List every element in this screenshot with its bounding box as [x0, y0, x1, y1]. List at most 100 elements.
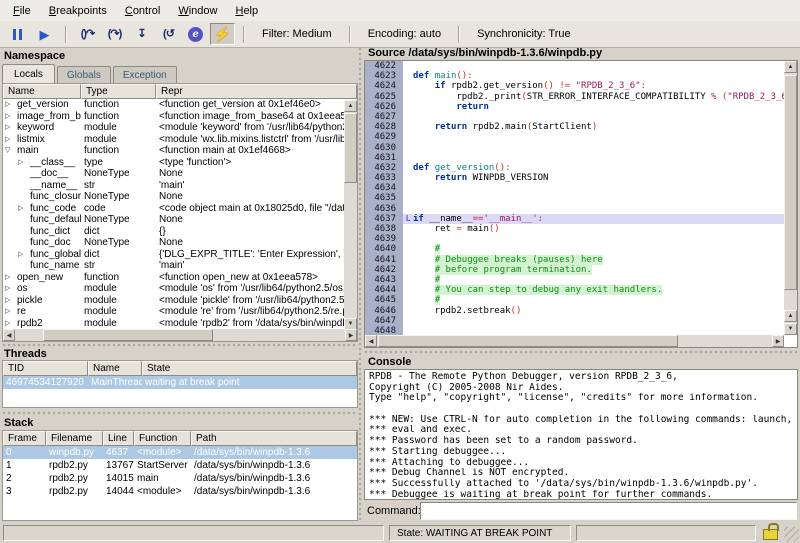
namespace-row[interactable]: func_name str 'main': [3, 260, 344, 272]
namespace-row[interactable]: func_dict dict {}: [3, 226, 344, 238]
column-header-line[interactable]: Line: [103, 431, 134, 446]
namespace-row[interactable]: ▷ pickle module <module 'pickle' from '/usr…: [3, 295, 344, 307]
scroll-thumb[interactable]: [784, 75, 797, 290]
collapse-arrow-icon[interactable]: ▽: [5, 145, 17, 157]
stack-row[interactable]: 0 winpdb.py 4637 <module> /data/sys/bin/winp…: [3, 446, 357, 459]
code-line[interactable]: 4629: [365, 132, 784, 143]
scroll-up-icon[interactable]: ▲: [344, 100, 357, 112]
column-header-state[interactable]: State: [142, 361, 357, 376]
namespace-row[interactable]: ▷ func_global dict {'DLG_EXPR_TITLE': 'Ente…: [3, 249, 344, 261]
code-line[interactable]: 4647: [365, 315, 784, 326]
scroll-thumb[interactable]: [344, 113, 357, 183]
code-line[interactable]: 4635: [365, 193, 784, 204]
menu-item-help[interactable]: Help: [226, 2, 267, 20]
step-out-button[interactable]: ()↷: [75, 23, 100, 45]
code-line[interactable]: 4627: [365, 111, 784, 123]
scroll-left-icon[interactable]: ◀: [365, 335, 377, 347]
step-over-button[interactable]: (↷): [102, 23, 127, 45]
scroll-up-icon[interactable]: ▲: [784, 310, 797, 322]
thread-row[interactable]: 46974534127920 MainThread waiting at break…: [3, 376, 357, 389]
stack-row[interactable]: 1 rpdb2.py 13767 StartServer/data/sys/bin/w…: [3, 459, 357, 472]
code-line[interactable]: 4648: [365, 325, 784, 335]
namespace-row[interactable]: ▷ __class__ type <type 'function'>: [3, 157, 344, 169]
code-line[interactable]: 4644 # You can step to debug any exit ha…: [365, 285, 784, 296]
tab-locals[interactable]: Locals: [2, 64, 55, 83]
namespace-row[interactable]: ▷ os module <module 'os' from '/usr/lib64/p…: [3, 283, 344, 295]
namespace-row[interactable]: ▷ get_version function <function get_versio…: [3, 99, 344, 111]
menu-item-file[interactable]: File: [4, 2, 40, 20]
namespace-row[interactable]: func_defaul NoneType None: [3, 214, 344, 226]
stack-row[interactable]: 3 rpdb2.py 14044 <module> /data/sys/bin/winp…: [3, 485, 357, 498]
code-line[interactable]: 4623 def main():: [365, 71, 784, 82]
code-line[interactable]: 4646 rpdb2.setbreak(): [365, 305, 784, 316]
code-line[interactable]: 4642 # before program termination.: [365, 264, 784, 275]
namespace-row[interactable]: ▷ func_code code <code object main at 0x180…: [3, 203, 344, 215]
expand-arrow-icon[interactable]: ▷: [18, 249, 30, 261]
expand-arrow-icon[interactable]: ▷: [5, 134, 17, 146]
namespace-row[interactable]: ▷ open_new function <function open_new at 0…: [3, 272, 344, 284]
code-line[interactable]: 4641 # Debuggee breaks (pauses) here: [365, 254, 784, 265]
goto-button[interactable]: (↺: [156, 23, 181, 45]
code-line[interactable]: 4630: [365, 142, 784, 153]
column-header-path[interactable]: Path: [191, 431, 357, 446]
namespace-row[interactable]: func_doc NoneType None: [3, 237, 344, 249]
expand-arrow-icon[interactable]: ▷: [5, 272, 17, 284]
expand-arrow-icon[interactable]: ▷: [5, 318, 17, 330]
namespace-vscrollbar[interactable]: ▲ ▼: [344, 100, 357, 330]
tab-exception[interactable]: Exception: [112, 66, 177, 83]
column-header-function[interactable]: Function: [134, 431, 191, 446]
code-line[interactable]: 4622: [365, 61, 784, 72]
code-line[interactable]: 4640 #: [365, 244, 784, 255]
namespace-row[interactable]: func_closur NoneType None: [3, 191, 344, 203]
exception-mode-button[interactable]: e: [183, 23, 208, 45]
expand-arrow-icon[interactable]: ▷: [5, 306, 17, 318]
scroll-left-icon[interactable]: ◀: [3, 329, 15, 341]
code-line[interactable]: 4645 #: [365, 295, 784, 306]
code-line[interactable]: 4633 return WINPDB_VERSION: [365, 173, 784, 184]
code-line[interactable]: 4639: [365, 234, 784, 245]
namespace-hscrollbar[interactable]: ◀ ▶: [3, 329, 357, 341]
tab-globals[interactable]: Globals: [56, 66, 111, 83]
code-line[interactable]: 4634: [365, 183, 784, 194]
namespace-row[interactable]: __name__ str 'main': [3, 180, 344, 192]
namespace-row[interactable]: ▷ image_from_b function <function image_fro…: [3, 111, 344, 123]
namespace-row[interactable]: ▽ main function <function main at 0x1ef4668…: [3, 145, 344, 157]
column-header-filename[interactable]: Filename: [46, 431, 103, 446]
code-line[interactable]: 4638 ret = main(): [365, 224, 784, 235]
column-header-tid[interactable]: TID: [3, 361, 88, 376]
namespace-row[interactable]: ▷ listmix module <module 'wx.lib.mixins.lis…: [3, 134, 344, 146]
menu-item-control[interactable]: Control: [116, 2, 169, 20]
expand-arrow-icon[interactable]: ▷: [5, 283, 17, 295]
code-line[interactable]: 4628 return rpdb2.main(StartClient): [365, 122, 784, 133]
command-input[interactable]: [420, 502, 797, 520]
scroll-thumb[interactable]: [378, 335, 678, 347]
menu-item-breakpoints[interactable]: Breakpoints: [40, 2, 116, 20]
column-header-type[interactable]: Type: [81, 84, 156, 99]
expand-arrow-icon[interactable]: ▷: [18, 203, 30, 215]
go-button[interactable]: ▶: [32, 23, 57, 45]
scroll-thumb[interactable]: [43, 329, 213, 341]
expand-arrow-icon[interactable]: ▷: [5, 99, 17, 111]
column-header-repr[interactable]: Repr: [156, 84, 357, 99]
code-line[interactable]: 4631: [365, 152, 784, 163]
namespace-row[interactable]: ▷ keyword module <module 'keyword' from '/u…: [3, 122, 344, 134]
stack-splitter[interactable]: [2, 411, 358, 416]
code-line[interactable]: 4624 if rpdb2.get_version() != "RPDB_2_3…: [365, 81, 784, 92]
console-splitter[interactable]: [364, 350, 798, 355]
vertical-splitter[interactable]: [358, 47, 363, 522]
threads-splitter[interactable]: [2, 343, 358, 348]
scroll-right-icon[interactable]: ▶: [772, 335, 784, 347]
synchronicity-button[interactable]: ⚡: [210, 23, 235, 45]
console-output[interactable]: RPDB - The Remote Python Debugger, versi…: [364, 369, 798, 500]
break-button[interactable]: [5, 23, 30, 45]
expand-arrow-icon[interactable]: ▷: [18, 157, 30, 169]
expand-arrow-icon[interactable]: ▷: [5, 111, 17, 123]
column-header-frame[interactable]: Frame: [3, 431, 46, 446]
code-line[interactable]: 4637 Lif __name__=='__main__':: [365, 213, 784, 224]
scroll-up-icon[interactable]: ▲: [784, 61, 797, 73]
stack-row[interactable]: 2 rpdb2.py 14015 main/data/sys/bin/winpdb-1…: [3, 472, 357, 485]
source-hscrollbar[interactable]: ◀ ▶: [365, 335, 784, 347]
code-line[interactable]: 4632 def get_version():: [365, 162, 784, 174]
step-into-button[interactable]: ↧: [129, 23, 154, 45]
column-header-name[interactable]: Name: [3, 84, 81, 99]
